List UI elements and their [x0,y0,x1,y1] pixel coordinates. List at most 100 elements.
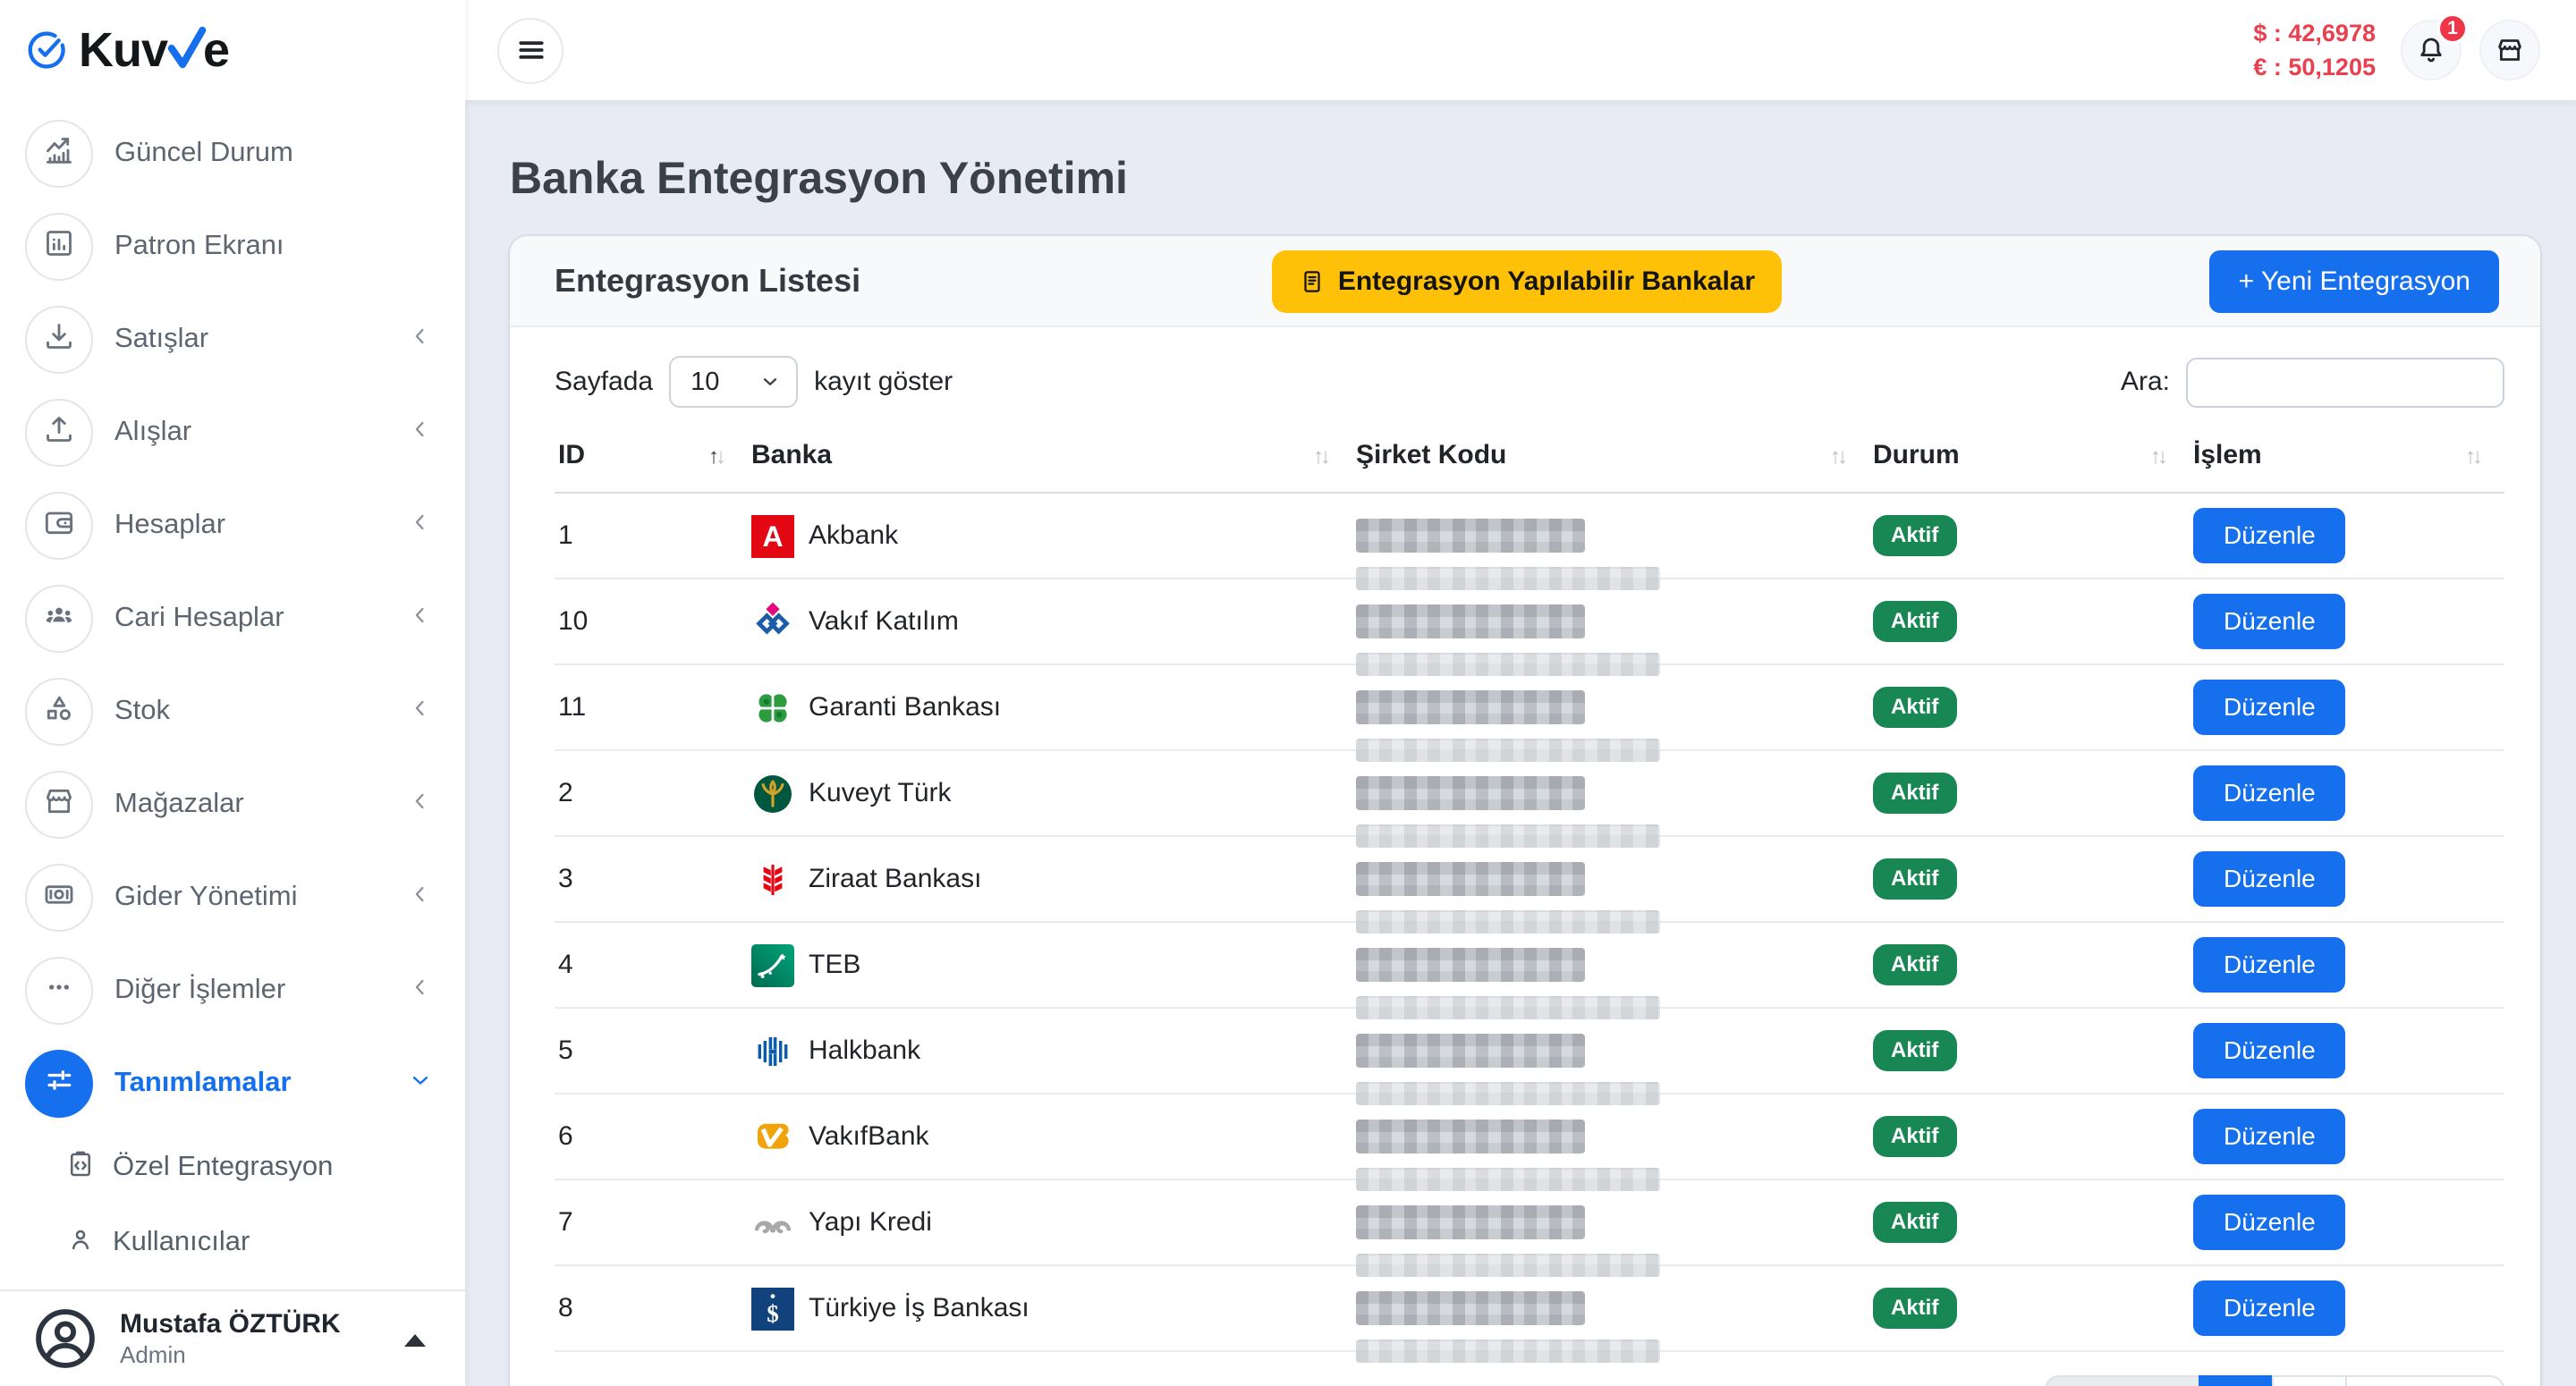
marketplace-button[interactable] [2479,20,2540,80]
edit-button[interactable]: Düzenle [2193,1023,2346,1078]
table-row: 3Ziraat BankasıAktifDüzenle [555,836,2504,922]
edit-button[interactable]: Düzenle [2193,594,2346,649]
search-input[interactable] [2186,357,2504,407]
sidebar-item-label: Cari Hesaplar [114,603,386,635]
sort-icon[interactable]: ↑↓ [1313,443,1327,468]
status-badge: Aktif [1873,601,1956,642]
notification-badge: 1 [2436,13,2469,45]
new-integration-button[interactable]: + Yeni Entegrasyon [2210,249,2499,312]
column-header-irket-kodu[interactable]: Şirket Kodu↑↓ [1352,429,1869,493]
table-row: 6VakıfBankAktifDüzenle [555,1094,2504,1179]
column-header-durum[interactable]: Durum↑↓ [1869,429,2190,493]
status-badge: Aktif [1873,773,1956,814]
teb-icon [751,943,794,986]
user-panel[interactable]: Mustafa ÖZTÜRK Admin [0,1289,465,1386]
cell-action: Düzenle [2190,836,2504,922]
sidebar-subitem-label: Özel Entegrasyon [113,1152,333,1184]
column-header-banka[interactable]: Banka ↑↓ [748,429,1352,493]
chevron-left-icon [408,695,433,729]
avatar [30,1304,100,1373]
column-header-i-lem[interactable]: İşlem↑↓ [2190,429,2504,493]
pagination-next[interactable]: Sonraki [2345,1375,2504,1386]
user-icon [64,1222,97,1263]
edit-button[interactable]: Düzenle [2193,937,2346,993]
icon-circle [25,399,93,467]
sidebar-item-cari-hesaplar[interactable]: Cari Hesaplar [0,572,465,665]
cell-action: Düzenle [2190,1008,2504,1094]
sort-icon[interactable]: ↑↓ [2465,443,2479,468]
edit-button[interactable]: Düzenle [2193,1109,2346,1164]
trend-icon [41,131,77,176]
sort-icon[interactable]: ↑↓ [2150,443,2165,468]
cell-company-code [1352,836,1869,922]
column-label: Banka [751,440,832,470]
edit-button[interactable]: Düzenle [2193,508,2346,563]
sidebar-item-ma-azalar[interactable]: Mağazalar [0,758,465,851]
sort-icon[interactable]: ↑↓ [708,443,723,468]
cell-bank: TEB [748,922,1352,1008]
sidebar-item-al-lar[interactable]: Alışlar [0,386,465,479]
sort-icon[interactable]: ↑↓ [1830,443,1844,468]
cell-status: Aktif [1869,1179,2190,1265]
cell-id: 8 [555,1265,748,1351]
bank-name: Yapı Kredi [809,1207,932,1238]
sidebar-toggle-button[interactable] [497,17,564,83]
sidebar-item-g-ncel-durum[interactable]: Güncel Durum [0,107,465,200]
usd-rate: $ : 42,6978 [2253,16,2376,50]
sidebar-item-label: Hesaplar [114,510,386,542]
pagination-page-2[interactable]: 2 [2272,1375,2347,1386]
page-size-select[interactable]: 10 [669,356,798,408]
sidebar: Kuve Güncel Durum Patron Ekranı Satışlar Al… [0,0,465,1386]
sidebar-item-label: Alışlar [114,417,386,449]
kuveyt-turk-icon [751,772,794,815]
upload-icon [41,410,77,455]
sidebar-item-sat-lar[interactable]: Satışlar [0,293,465,386]
sidebar-item-stok[interactable]: Stok [0,665,465,758]
integratable-banks-button[interactable]: Entegrasyon Yapılabilir Bankalar [1272,249,1782,312]
cell-id: 2 [555,750,748,836]
brand-logo[interactable]: Kuve [0,0,465,100]
storefront-icon [2494,34,2526,66]
sidebar-subitem-kullan-c-lar[interactable]: Kullanıcılar [0,1205,465,1280]
sidebar-item-label: Gider Yönetimi [114,882,386,914]
brand-name: Kuve [79,22,229,78]
ziraat-icon [751,858,794,900]
caret-up-icon[interactable] [404,1334,426,1347]
bank-name: Ziraat Bankası [809,864,981,894]
sidebar-item-patron-ekran[interactable]: Patron Ekranı [0,200,465,293]
pagination-prev[interactable]: Önceki [2044,1375,2199,1386]
halkbank-icon [751,1029,794,1072]
is-bankasi-icon: $ [751,1287,794,1330]
redacted-code-subline [1356,567,1660,590]
document-icon [1299,267,1326,294]
sidebar-item-gider-y-netimi[interactable]: Gider Yönetimi [0,851,465,944]
page-size-prefix: Sayfada [555,367,653,397]
cell-action: Düzenle [2190,493,2504,579]
cell-status: Aktif [1869,493,2190,579]
sidebar-item-hesaplar[interactable]: Hesaplar [0,479,465,572]
edit-button[interactable]: Düzenle [2193,1195,2346,1250]
redacted-code-subline [1356,1168,1660,1191]
cell-action: Düzenle [2190,579,2504,664]
edit-button[interactable]: Düzenle [2193,1280,2346,1336]
sidebar-item-tan-mlamalar[interactable]: Tanımlamalar [0,1037,465,1130]
icon-circle [25,306,93,374]
notifications-button[interactable]: 1 [2401,20,2462,80]
cell-bank: AAkbank [748,493,1352,579]
pagination-page-1[interactable]: 1 [2198,1375,2273,1386]
edit-button[interactable]: Düzenle [2193,680,2346,735]
cell-status: Aktif [1869,579,2190,664]
user-info: Mustafa ÖZTÜRK Admin [120,1309,341,1368]
sidebar-subitem-zel-entegrasyon[interactable]: Özel Entegrasyon [0,1130,465,1205]
edit-button[interactable]: Düzenle [2193,851,2346,907]
shapes-icon [41,689,77,734]
sidebar-item-label: Diğer İşlemler [114,975,386,1007]
cell-company-code [1352,1179,1869,1265]
bank-name: Garanti Bankası [809,692,1001,723]
edit-button[interactable]: Düzenle [2193,765,2346,821]
chevron-left-icon [408,509,433,543]
column-header-id[interactable]: ID↑↓ [555,429,748,493]
icon-circle [25,771,93,839]
sidebar-item-di-er-i-lemler[interactable]: Diğer İşlemler [0,944,465,1037]
sidebar-item-label: Patron Ekranı [114,231,433,263]
